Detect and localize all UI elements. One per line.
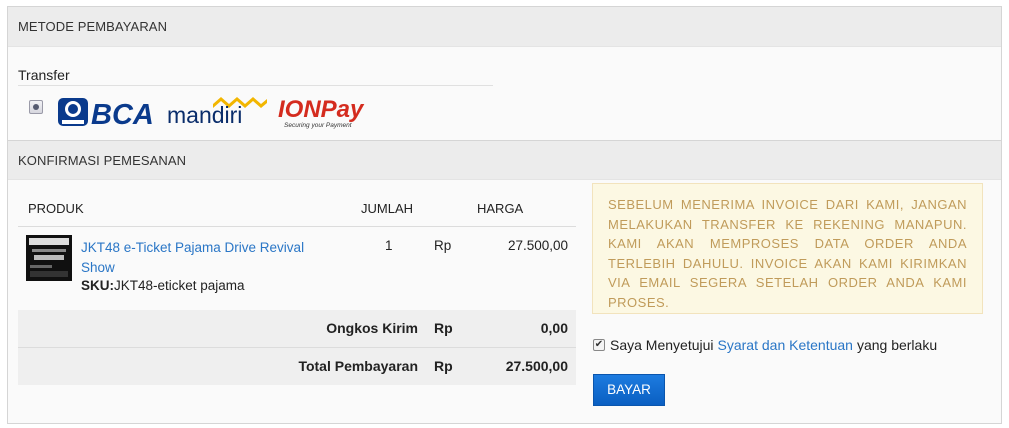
agreement-prefix: Saya Menyetujui <box>610 337 714 353</box>
total-currency: Rp <box>434 358 453 374</box>
bca-wordmark: BCA <box>91 99 154 131</box>
shipping-label: Ongkos Kirim <box>326 320 418 336</box>
total-row: Total Pembayaran Rp 27.500,00 <box>18 348 576 385</box>
ionpay-logo: IONPay Securing your Payment <box>278 96 365 129</box>
section-header-payment-method: METODE PEMBAYARAN <box>8 7 1001 47</box>
total-value: 27.500,00 <box>505 358 568 374</box>
divider <box>18 226 576 227</box>
bca-logo: BCA <box>58 98 154 131</box>
shipping-row: Ongkos Kirim Rp 0,00 <box>18 310 576 347</box>
shipping-currency: Rp <box>434 320 453 336</box>
column-header-harga: HARGA <box>477 201 524 216</box>
product-price: 27.500,00 <box>507 238 568 253</box>
product-sku: SKU:JKT48-eticket pajama <box>81 278 245 293</box>
invoice-notice: SEBELUM MENERIMA INVOICE DARI KAMI, JANG… <box>592 183 983 314</box>
mandiri-wordmark: mandiri <box>167 102 242 127</box>
total-label: Total Pembayaran <box>298 358 418 374</box>
product-quantity: 1 <box>385 238 393 253</box>
agreement: ✔ Saya Menyetujui Syarat dan Ketentuan y… <box>593 337 937 353</box>
radio-selected-dot <box>33 104 39 110</box>
shipping-value: 0,00 <box>540 320 568 336</box>
transfer-radio[interactable] <box>29 100 43 114</box>
section-header-order-confirmation: KONFIRMASI PEMESANAN <box>8 140 1001 180</box>
sku-label: SKU: <box>81 278 114 293</box>
divider <box>18 85 493 86</box>
product-name-link[interactable]: JKT48 e-Ticket Pajama Drive Revival Show <box>81 238 321 278</box>
agreement-suffix: yang berlaku <box>856 337 938 353</box>
mandiri-logo: mandiri <box>167 97 267 127</box>
product-thumbnail <box>26 235 72 281</box>
terms-link[interactable]: Syarat dan Ketentuan <box>718 337 853 353</box>
product-currency: Rp <box>434 238 452 253</box>
pay-button[interactable]: BAYAR <box>593 374 665 406</box>
ionpay-tagline: Securing your Payment <box>284 122 353 129</box>
transfer-label: Transfer <box>18 67 70 83</box>
ionpay-wordmark: IONPay <box>278 96 365 123</box>
agreement-checkbox[interactable]: ✔ <box>593 339 605 351</box>
column-header-jumlah: JUMLAH <box>361 201 414 216</box>
sku-value: JKT48-eticket pajama <box>114 278 245 293</box>
column-header-produk: PRODUK <box>28 201 84 216</box>
